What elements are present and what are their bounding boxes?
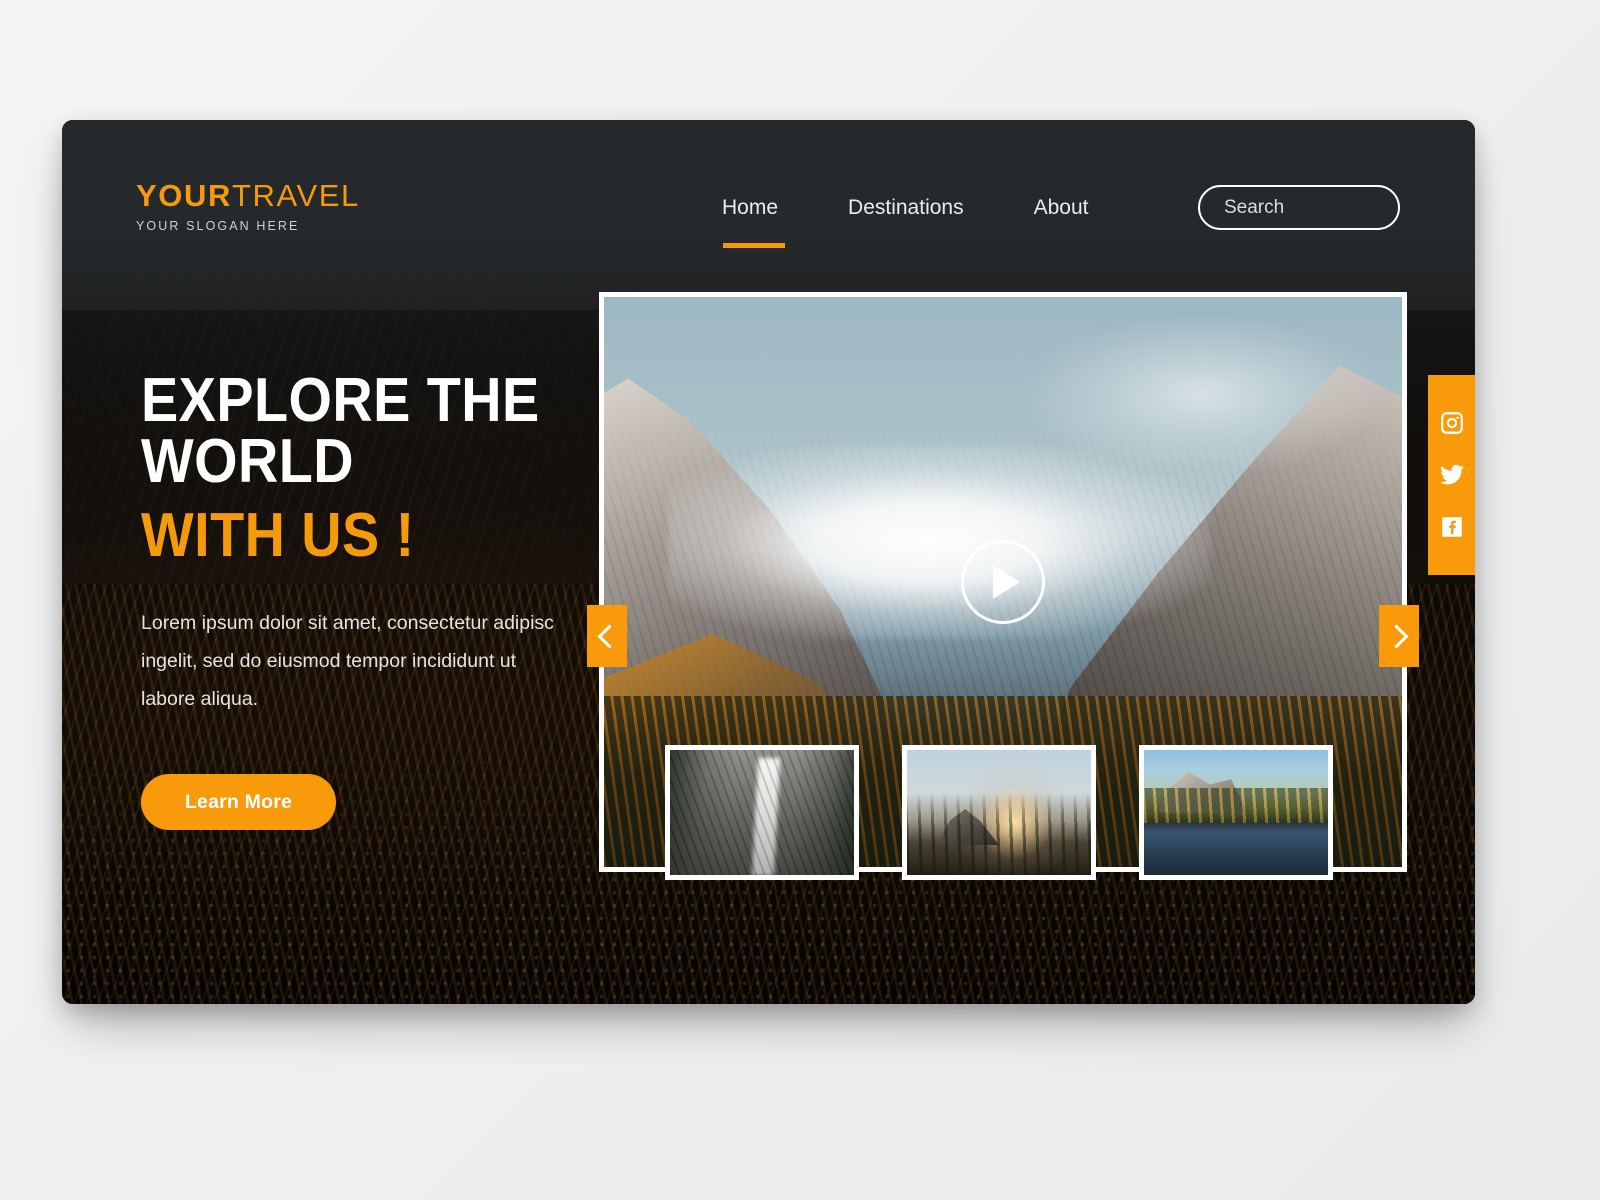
social-rail (1428, 375, 1475, 575)
chevron-right-icon (1384, 623, 1409, 649)
thumbnail-image-waterfall (670, 750, 854, 875)
play-triangle (992, 565, 1020, 599)
hero-card: YOURTRAVEL YOUR SLOGAN HERE Home Destina… (62, 120, 1475, 1004)
search-input[interactable] (1224, 196, 1398, 219)
play-icon[interactable] (961, 540, 1045, 624)
slider-next-button[interactable] (1379, 605, 1419, 667)
learn-more-button[interactable]: Learn More (141, 774, 336, 831)
thumbnail-item-2[interactable] (902, 745, 1096, 880)
headline-line-2: WITH US ! (141, 500, 415, 570)
headline-line-1: EXPLORE THE WORLD (141, 366, 540, 497)
photo-cloud-band (667, 445, 1211, 639)
twitter-icon[interactable] (1439, 462, 1465, 488)
hero-copy: EXPLORE THE WORLD WITH US ! Lorem ipsum … (141, 366, 621, 831)
nav-item-about[interactable]: About (1034, 196, 1089, 234)
logo-title-bold: YOUR (136, 178, 232, 213)
nav-item-destinations[interactable]: Destinations (848, 196, 964, 234)
facebook-icon[interactable] (1439, 514, 1465, 540)
logo-title: YOURTRAVEL (136, 180, 360, 211)
thumbnail-strip (665, 745, 1333, 880)
site-header: YOURTRAVEL YOUR SLOGAN HERE Home Destina… (62, 120, 1475, 310)
nav-item-home[interactable]: Home (722, 196, 786, 248)
chevron-left-icon (597, 623, 622, 649)
instagram-icon[interactable] (1439, 410, 1465, 436)
logo-slogan: YOUR SLOGAN HERE (136, 219, 300, 233)
thumbnail-image-sunrise (907, 750, 1091, 875)
logo-title-light: TRAVEL (231, 178, 360, 213)
search-box[interactable] (1198, 185, 1400, 230)
thumbnail-item-3[interactable] (1139, 745, 1333, 880)
slider-prev-button[interactable] (587, 605, 627, 667)
hero-paragraph: Lorem ipsum dolor sit amet, consectetur … (141, 612, 554, 711)
thumbnail-image-lake (1144, 750, 1328, 875)
logo[interactable]: YOURTRAVEL YOUR SLOGAN HERE (136, 180, 360, 233)
page-canvas: YOURTRAVEL YOUR SLOGAN HERE Home Destina… (0, 0, 1600, 1200)
thumbnail-item-1[interactable] (665, 745, 859, 880)
main-navigation: Home Destinations About (722, 196, 1089, 248)
page-title: EXPLORE THE WORLD WITH US ! (141, 366, 573, 570)
